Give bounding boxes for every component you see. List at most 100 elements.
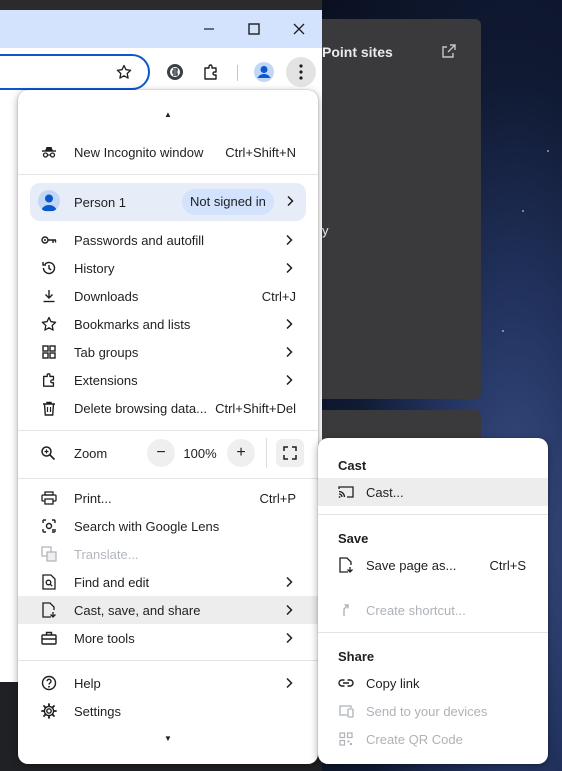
menu-item-label: Print...	[74, 491, 112, 506]
submenu-item-label: Create QR Code	[366, 732, 463, 747]
menu-item-new-incognito[interactable]: New Incognito window Ctrl+Shift+N	[18, 138, 318, 166]
shortcut-arrow-icon	[338, 602, 354, 618]
chevron-right-icon	[284, 317, 294, 331]
background-tabstrip	[0, 0, 322, 10]
menu-item-extensions[interactable]: Extensions	[18, 366, 318, 394]
history-icon	[40, 260, 58, 276]
minimize-icon	[204, 28, 214, 30]
menu-item-label: Bookmarks and lists	[74, 317, 191, 332]
chevron-right-icon	[284, 603, 294, 617]
menu-item-translate[interactable]: Translate...	[18, 540, 318, 568]
chevron-right-icon	[284, 676, 294, 690]
extension-puzzle-icon[interactable]	[197, 58, 225, 86]
more-menu-icon[interactable]	[286, 57, 316, 87]
lens-icon	[40, 518, 58, 534]
menu-item-passwords[interactable]: Passwords and autofill	[18, 226, 318, 254]
key-icon	[40, 232, 58, 248]
menu-item-cast-save-share[interactable]: Cast, save, and share	[18, 596, 318, 624]
menu-item-label: Settings	[74, 704, 121, 719]
incognito-icon	[40, 144, 58, 160]
scroll-down-arrow-icon[interactable]: ▼	[18, 732, 318, 744]
title-bar	[0, 10, 322, 48]
menu-item-help[interactable]: Help	[18, 669, 318, 697]
submenu-item-label: Copy link	[366, 676, 420, 691]
chevron-right-icon	[284, 373, 294, 387]
chevron-right-icon	[284, 261, 294, 275]
help-icon	[40, 675, 58, 691]
gear-icon	[40, 703, 58, 719]
menu-item-downloads[interactable]: Downloads Ctrl+J	[18, 282, 318, 310]
menu-item-label: Translate...	[74, 547, 139, 562]
zoom-in-button[interactable]: +	[227, 439, 255, 467]
menu-item-label: History	[74, 261, 115, 276]
close-icon	[293, 23, 305, 35]
chevron-right-icon	[284, 345, 294, 359]
submenu-item-label: Create shortcut...	[366, 603, 466, 618]
chevron-right-icon	[284, 233, 294, 247]
submenu-divider	[318, 514, 548, 515]
scroll-up-arrow-icon[interactable]: ▲	[18, 108, 318, 120]
star-icon[interactable]	[116, 64, 132, 80]
submenu-item-label: Save page as...	[366, 558, 457, 573]
menu-divider	[18, 174, 318, 175]
maximize-icon	[248, 23, 260, 35]
submenu-item-label: Cast...	[366, 485, 404, 500]
menu-item-label: Tab groups	[74, 345, 139, 360]
submenu-item-label: Send to your devices	[366, 704, 488, 719]
zoom-level: 100%	[183, 446, 217, 461]
toolbar-separator	[237, 65, 238, 81]
cast-save-share-submenu: Cast Cast... Save Save page as... Ctrl+S…	[318, 438, 548, 764]
trash-icon	[40, 400, 58, 416]
submenu-item-create-shortcut[interactable]: Create shortcut...	[318, 596, 548, 624]
menu-item-shortcut: Ctrl+Shift+N	[225, 145, 296, 160]
zoom-out-button[interactable]: −	[147, 439, 175, 467]
menu-item-history[interactable]: History	[18, 254, 318, 282]
submenu-item-send-to-devices[interactable]: Send to your devices	[318, 697, 548, 725]
extension-puzzle-icon	[40, 372, 58, 388]
app-menu: ▲ New Incognito window Ctrl+Shift+N Pers…	[18, 90, 318, 764]
menu-item-bookmarks[interactable]: Bookmarks and lists	[18, 310, 318, 338]
submenu-item-cast[interactable]: Cast...	[318, 478, 548, 506]
menu-divider	[18, 478, 318, 479]
chevron-right-icon	[284, 631, 294, 645]
section-header-share: Share	[338, 649, 375, 664]
download-icon	[40, 288, 58, 304]
menu-item-delete-browsing-data[interactable]: Delete browsing data... Ctrl+Shift+Del	[18, 394, 318, 422]
extension-icon[interactable]	[161, 58, 189, 86]
external-link-icon	[441, 43, 457, 59]
menu-divider	[18, 430, 318, 431]
zoom-separator	[266, 438, 267, 468]
save-page-icon	[40, 602, 58, 618]
menu-item-tab-groups[interactable]: Tab groups	[18, 338, 318, 366]
minimize-button[interactable]	[186, 10, 232, 48]
maximize-button[interactable]	[231, 10, 277, 48]
chevron-right-icon	[286, 195, 294, 207]
fullscreen-button[interactable]	[276, 439, 304, 467]
menu-item-label: Cast, save, and share	[74, 603, 201, 618]
menu-item-find-and-edit[interactable]: Find and edit	[18, 568, 318, 596]
submenu-divider	[318, 632, 548, 633]
submenu-item-copy-link[interactable]: Copy link	[318, 669, 548, 697]
menu-item-shortcut: Ctrl+Shift+Del	[215, 401, 296, 416]
close-button[interactable]	[276, 10, 322, 48]
menu-item-label: Delete browsing data...	[74, 401, 207, 416]
submenu-item-qr-code[interactable]: Create QR Code	[318, 725, 548, 753]
profile-avatar-icon[interactable]	[250, 58, 278, 86]
toolbox-icon	[40, 630, 58, 646]
section-header-save: Save	[338, 531, 369, 546]
menu-item-settings[interactable]: Settings	[18, 697, 318, 725]
menu-item-label: Search with Google Lens	[74, 519, 220, 534]
tab-groups-icon	[40, 344, 58, 360]
translate-icon	[40, 546, 58, 562]
submenu-item-save-page[interactable]: Save page as... Ctrl+S	[318, 551, 548, 579]
address-bar[interactable]	[0, 54, 150, 90]
profile-row[interactable]: Person 1 Not signed in	[30, 183, 306, 221]
menu-item-more-tools[interactable]: More tools	[18, 624, 318, 652]
profile-status-badge: Not signed in	[182, 189, 274, 215]
menu-item-print[interactable]: Print... Ctrl+P	[18, 484, 318, 512]
menu-item-label: Find and edit	[74, 575, 150, 590]
menu-item-google-lens[interactable]: Search with Google Lens	[18, 512, 318, 540]
menu-item-label: Help	[74, 676, 101, 691]
save-page-icon	[338, 557, 354, 573]
menu-item-label: Downloads	[74, 289, 139, 304]
